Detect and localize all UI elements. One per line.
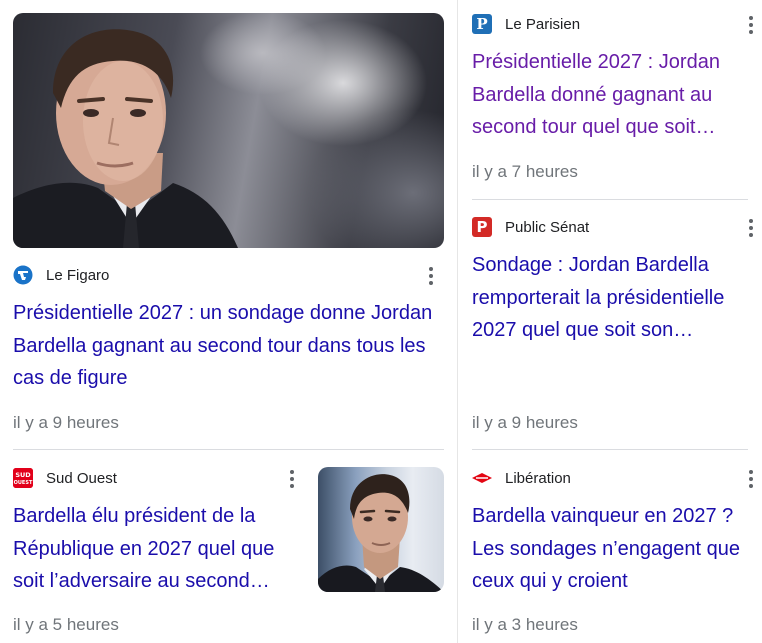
public-senat-logo-letter: P (476, 218, 488, 236)
article-image[interactable] (13, 13, 444, 248)
article-headline[interactable]: Bardella élu président de la République … (13, 500, 308, 598)
right-column: P Le Parisien Présidentielle 2027 : Jord… (458, 0, 762, 643)
article-time: il y a 5 heures (13, 615, 119, 634)
divider (472, 199, 748, 200)
le-parisien-logo: P (472, 14, 492, 34)
source-row[interactable]: P Public Sénat (472, 217, 589, 237)
article-time: il y a 9 heures (472, 413, 578, 432)
article-headline[interactable]: Présidentielle 2027 : un sondage donne J… (13, 297, 433, 395)
left-column: Le Figaro Présidentielle 2027 : un sonda… (0, 0, 446, 643)
source-name: Le Figaro (46, 266, 110, 284)
more-vert-icon[interactable] (739, 13, 762, 37)
article-time: il y a 9 heures (13, 413, 119, 432)
source-name: Sud Ouest (46, 469, 117, 487)
svg-text:SUD: SUD (15, 471, 31, 479)
divider (472, 449, 748, 450)
sud-ouest-logo: SUD OUEST (13, 468, 33, 488)
article-time: il y a 3 heures (472, 615, 578, 634)
source-name: Le Parisien (505, 15, 581, 33)
liberation-logo (472, 468, 492, 488)
article-headline[interactable]: Sondage : Jordan Bardella remporterait l… (472, 249, 758, 347)
le-figaro-logo (13, 265, 33, 285)
divider (13, 449, 444, 450)
article-time: il y a 7 heures (472, 162, 578, 181)
article-headline[interactable]: Bardella vainqueur en 2027 ? Les sondage… (472, 500, 762, 598)
more-vert-icon[interactable] (739, 467, 762, 491)
source-row[interactable]: SUD OUEST Sud Ouest (13, 468, 117, 488)
svg-text:OUEST: OUEST (14, 480, 33, 486)
source-row[interactable]: Le Figaro (13, 265, 109, 285)
source-row[interactable]: Libération (472, 468, 571, 488)
source-name: Public Sénat (505, 218, 590, 236)
source-name: Libération (505, 469, 571, 487)
more-vert-icon[interactable] (280, 467, 304, 491)
more-vert-icon[interactable] (739, 216, 762, 240)
more-vert-icon[interactable] (419, 264, 443, 288)
source-row[interactable]: P Le Parisien (472, 14, 580, 34)
article-headline[interactable]: Présidentielle 2027 : Jordan Bardella do… (472, 46, 758, 144)
public-senat-logo: P (472, 217, 492, 237)
article-thumbnail[interactable] (318, 467, 444, 592)
le-parisien-logo-letter: P (476, 15, 488, 33)
